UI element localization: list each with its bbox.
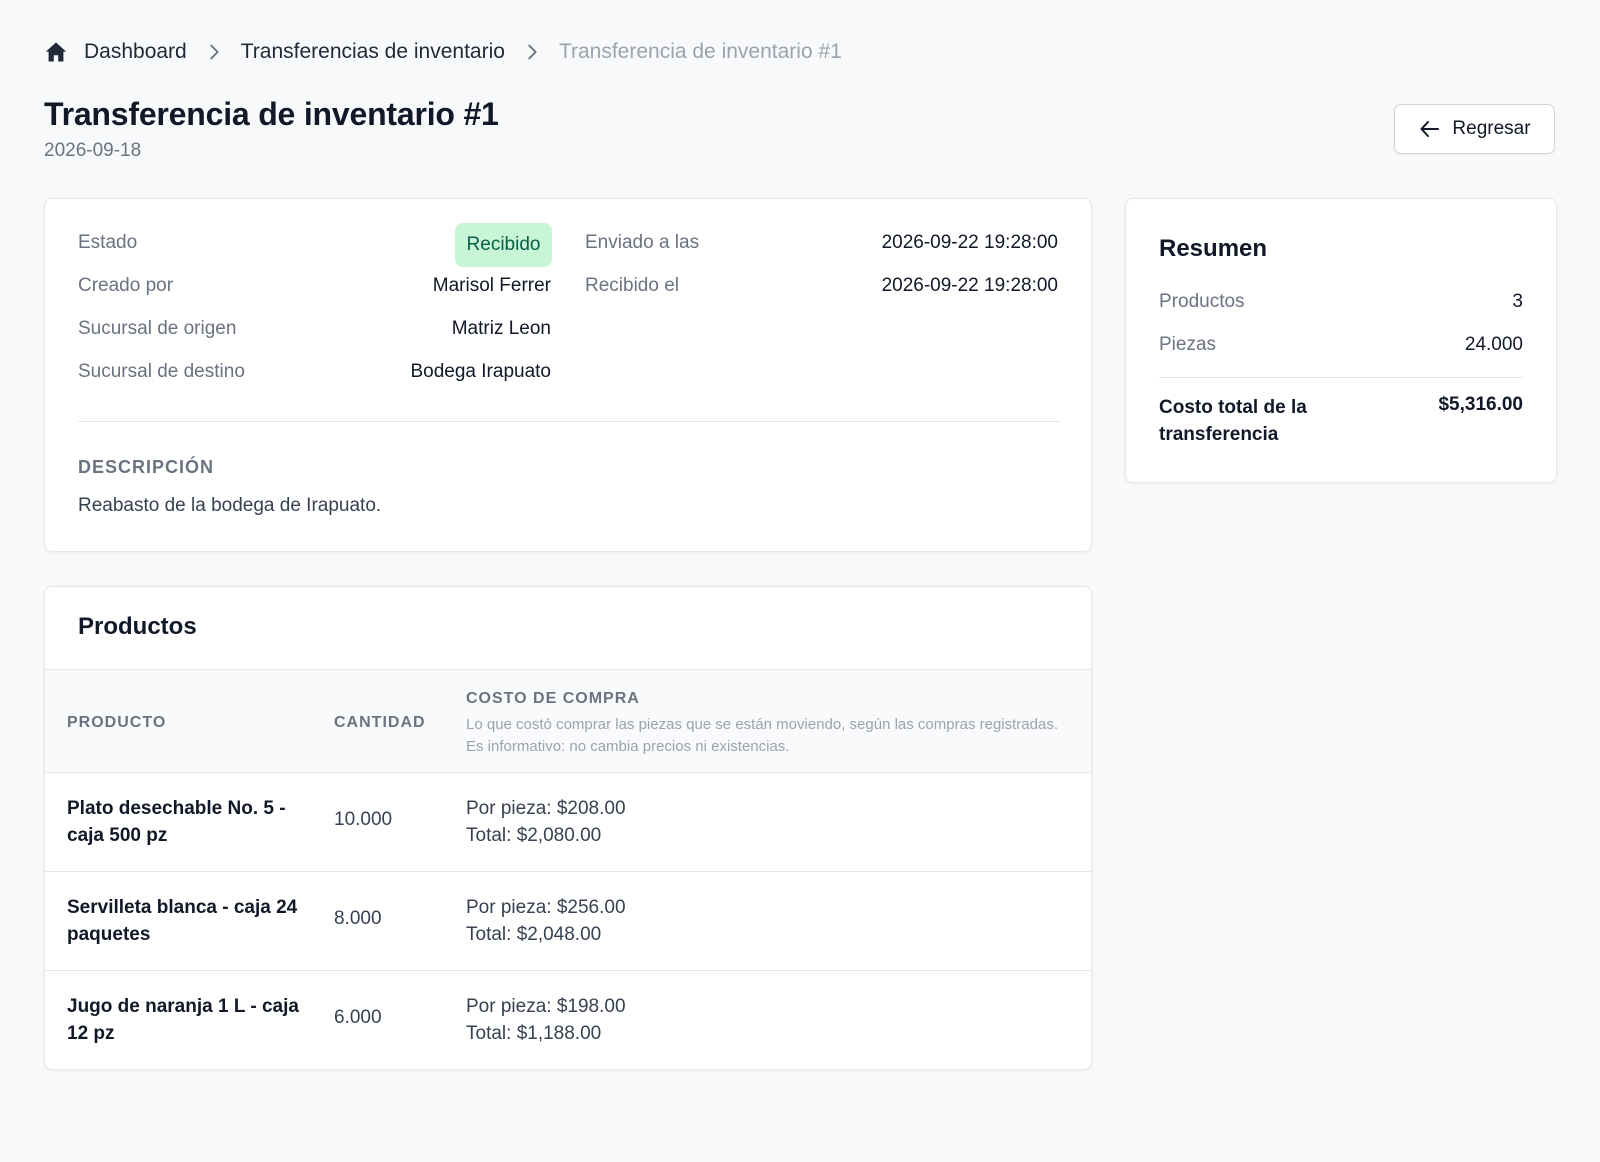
- recibido-value: 2026-09-22 19:28:00: [881, 275, 1058, 296]
- origen-label: Sucursal de origen: [78, 318, 237, 339]
- home-icon[interactable]: [44, 40, 68, 64]
- row-cantidad: 8.000: [334, 908, 382, 929]
- origen-value: Matriz Leon: [451, 318, 551, 339]
- breadcrumb: Dashboard Transferencias de inventario T…: [44, 36, 842, 68]
- breadcrumb-item-current: Transferencia de inventario #1: [558, 40, 842, 63]
- back-button[interactable]: Regresar: [1394, 104, 1555, 154]
- row-cantidad: 10.000: [334, 809, 393, 830]
- enviado-value: 2026-09-22 19:28:00: [881, 232, 1058, 253]
- summary-piezas-value: 24.000: [1464, 334, 1523, 355]
- creado-label: Creado por: [78, 275, 174, 296]
- row-producto: Jugo de naranja 1 L - caja 12 pz: [67, 996, 299, 1044]
- products-card: Productos PRODUCTO CANTIDAD COSTO DE COM…: [44, 586, 1092, 1070]
- summary-productos-label: Productos: [1159, 291, 1245, 312]
- column-header-costo-note: Lo que costó comprar las piezas que se e…: [466, 716, 1058, 755]
- row-por-pieza: Por pieza: $198.00: [466, 996, 626, 1017]
- summary-title: Resumen: [1159, 235, 1268, 262]
- row-por-pieza: Por pieza: $208.00: [466, 798, 626, 819]
- row-total: Total: $1,188.00: [466, 1023, 602, 1044]
- creado-value: Marisol Ferrer: [432, 275, 551, 296]
- status-badge: Recibido: [455, 223, 552, 267]
- summary-productos-value: 3: [1512, 291, 1523, 312]
- page-title: Transferencia de inventario #1: [44, 96, 499, 132]
- summary-card: Resumen Productos 3 Piezas 24.000 Costo …: [1125, 198, 1557, 483]
- row-total: Total: $2,048.00: [466, 924, 602, 945]
- row-por-pieza: Por pieza: $256.00: [466, 897, 626, 918]
- summary-piezas-label: Piezas: [1159, 334, 1217, 355]
- details-card: Estado Recibido Creado por Marisol Ferre…: [44, 198, 1092, 552]
- destino-value: Bodega Irapuato: [410, 361, 551, 382]
- estado-label: Estado: [78, 232, 138, 253]
- descripcion-label: DESCRIPCIÓN: [78, 457, 215, 477]
- products-title: Productos: [78, 613, 197, 640]
- summary-costo-value: $5,316.00: [1438, 394, 1523, 415]
- table-header: PRODUCTO CANTIDAD COSTO DE COMPRA Lo que…: [45, 669, 1091, 773]
- chevron-right-icon: [203, 41, 225, 63]
- breadcrumb-item-dashboard[interactable]: Dashboard: [84, 40, 187, 64]
- recibido-label: Recibido el: [585, 275, 679, 296]
- column-header-producto: PRODUCTO: [67, 714, 167, 731]
- column-header-costo: COSTO DE COMPRA: [466, 690, 640, 707]
- summary-divider: [1159, 377, 1523, 378]
- table-row: Jugo de naranja 1 L - caja 12 pz 6.000 P…: [45, 971, 1091, 1069]
- page-date: 2026-09-18: [44, 140, 142, 161]
- descripcion-text: Reabasto de la bodega de Irapuato.: [78, 495, 382, 516]
- row-costo: Por pieza: $208.00 Total: $2,080.00: [466, 795, 626, 849]
- row-producto: Servilleta blanca - caja 24 paquetes: [67, 897, 298, 945]
- row-costo: Por pieza: $256.00 Total: $2,048.00: [466, 894, 626, 948]
- chevron-right-icon: [521, 41, 543, 63]
- enviado-label: Enviado a las: [585, 232, 700, 253]
- row-total: Total: $2,080.00: [466, 825, 602, 846]
- back-button-label: Regresar: [1452, 118, 1531, 139]
- summary-costo-label: Costo total de la transferencia: [1159, 397, 1307, 445]
- table-row: Plato desechable No. 5 - caja 500 pz 10.…: [45, 773, 1091, 872]
- arrow-left-icon: [1418, 117, 1442, 141]
- breadcrumb-item-transferencias[interactable]: Transferencias de inventario: [241, 40, 505, 64]
- details-divider: [78, 421, 1060, 422]
- table-row: Servilleta blanca - caja 24 paquetes 8.0…: [45, 872, 1091, 971]
- row-costo: Por pieza: $198.00 Total: $1,188.00: [466, 993, 626, 1047]
- row-producto: Plato desechable No. 5 - caja 500 pz: [67, 798, 286, 846]
- destino-label: Sucursal de destino: [78, 361, 245, 382]
- row-cantidad: 6.000: [334, 1007, 382, 1028]
- column-header-cantidad: CANTIDAD: [334, 714, 426, 731]
